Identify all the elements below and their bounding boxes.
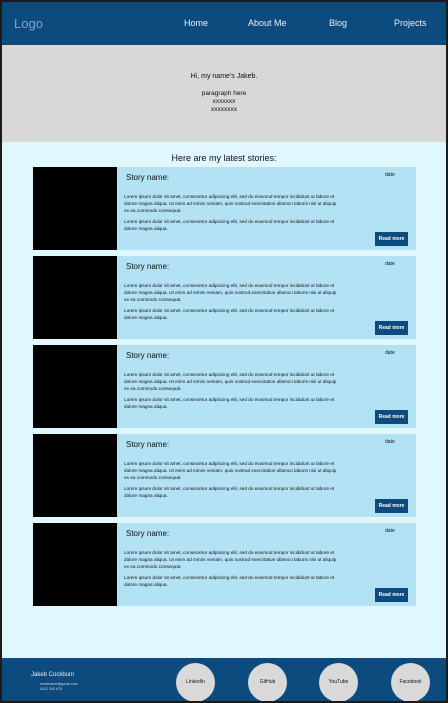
- hero-paragraph-line: xxxxxxxx: [211, 106, 237, 113]
- story-name: Story name:: [126, 351, 170, 360]
- nav-home[interactable]: Home: [184, 18, 208, 28]
- hero-paragraph-line: paragraph here: [201, 90, 247, 97]
- story-paragraph: Lorem ipsum dolor sit amet, consectetur …: [124, 308, 335, 321]
- story-date: date: [385, 172, 395, 178]
- story-paragraph: Lorem ipsum dolor sit amet, consectetur …: [124, 550, 337, 569]
- read-more-button[interactable]: Read more: [375, 588, 408, 602]
- nav-projects[interactable]: Projects: [394, 18, 427, 28]
- nav-about-me[interactable]: About Me: [248, 18, 287, 28]
- footer-name: Jakeb Cockburn: [31, 672, 75, 678]
- youtube-button[interactable]: YouTube: [319, 663, 358, 701]
- hero-paragraph: paragraph here xxxxxxx xxxxxxxx: [2, 90, 446, 114]
- story-card: Story name: date Lorem ipsum dolor sit a…: [33, 345, 416, 428]
- story-body: Lorem ipsum dolor sit amet, consectetur …: [124, 550, 340, 589]
- story-thumbnail[interactable]: [33, 523, 117, 606]
- story-name: Story name:: [126, 440, 170, 449]
- footer-phone: 0412 345 678: [40, 687, 62, 691]
- hero-section: Hi, my name's Jakeb. paragraph here xxxx…: [2, 45, 446, 142]
- story-paragraph: Lorem ipsum dolor sit amet, consectetur …: [124, 486, 335, 499]
- nav-blog[interactable]: Blog: [329, 18, 347, 28]
- story-thumbnail[interactable]: [33, 434, 117, 517]
- story-card: Story name: date Lorem ipsum dolor sit a…: [33, 167, 416, 250]
- linkedin-button[interactable]: LinkedIn: [176, 663, 215, 701]
- story-paragraph: Lorem ipsum dolor sit amet, consectetur …: [124, 283, 337, 302]
- story-body: Lorem ipsum dolor sit amet, consectetur …: [124, 283, 340, 322]
- story-paragraph: Lorem ipsum dolor sit amet, consectetur …: [124, 461, 337, 480]
- logo[interactable]: Logo: [14, 16, 43, 31]
- stories-heading: Here are my latest stories:: [171, 153, 277, 163]
- page: Logo Home About Me Blog Projects Hi, my …: [2, 2, 446, 701]
- story-paragraph: Lorem ipsum dolor sit amet, consectetur …: [124, 219, 335, 232]
- story-paragraph: Lorem ipsum dolor sit amet, consectetur …: [124, 397, 335, 410]
- hero-greeting: Hi, my name's Jakeb.: [190, 73, 258, 80]
- read-more-button[interactable]: Read more: [375, 321, 408, 335]
- story-body: Lorem ipsum dolor sit amet, consectetur …: [124, 372, 340, 411]
- story-name: Story name:: [126, 262, 170, 271]
- footer-email[interactable]: emailname@gmail.com: [40, 682, 78, 686]
- read-more-button[interactable]: Read more: [375, 410, 408, 424]
- read-more-button[interactable]: Read more: [375, 499, 408, 513]
- story-card: Story name: date Lorem ipsum dolor sit a…: [33, 256, 416, 339]
- read-more-button[interactable]: Read more: [375, 232, 408, 246]
- story-body: Lorem ipsum dolor sit amet, consectetur …: [124, 194, 340, 233]
- story-name: Story name:: [126, 173, 170, 182]
- site-footer: Jakeb Cockburn emailname@gmail.com 0412 …: [2, 658, 446, 701]
- story-card: Story name: date Lorem ipsum dolor sit a…: [33, 523, 416, 606]
- story-paragraph: Lorem ipsum dolor sit amet, consectetur …: [124, 194, 337, 213]
- story-thumbnail[interactable]: [33, 345, 117, 428]
- story-name: Story name:: [126, 529, 170, 538]
- story-date: date: [385, 261, 395, 267]
- story-paragraph: Lorem ipsum dolor sit amet, consectetur …: [124, 372, 337, 391]
- story-thumbnail[interactable]: [33, 256, 117, 339]
- site-header: Logo Home About Me Blog Projects: [2, 2, 446, 45]
- story-card: Story name: date Lorem ipsum dolor sit a…: [33, 434, 416, 517]
- story-date: date: [385, 439, 395, 445]
- story-thumbnail[interactable]: [33, 167, 117, 250]
- story-body: Lorem ipsum dolor sit amet, consectetur …: [124, 461, 340, 500]
- github-button[interactable]: GitHub: [248, 663, 287, 701]
- story-paragraph: Lorem ipsum dolor sit amet, consectetur …: [124, 575, 335, 588]
- story-date: date: [385, 350, 395, 356]
- facebook-button[interactable]: Facebook: [391, 663, 430, 701]
- hero-paragraph-line: xxxxxxx: [212, 98, 236, 105]
- story-date: date: [385, 528, 395, 534]
